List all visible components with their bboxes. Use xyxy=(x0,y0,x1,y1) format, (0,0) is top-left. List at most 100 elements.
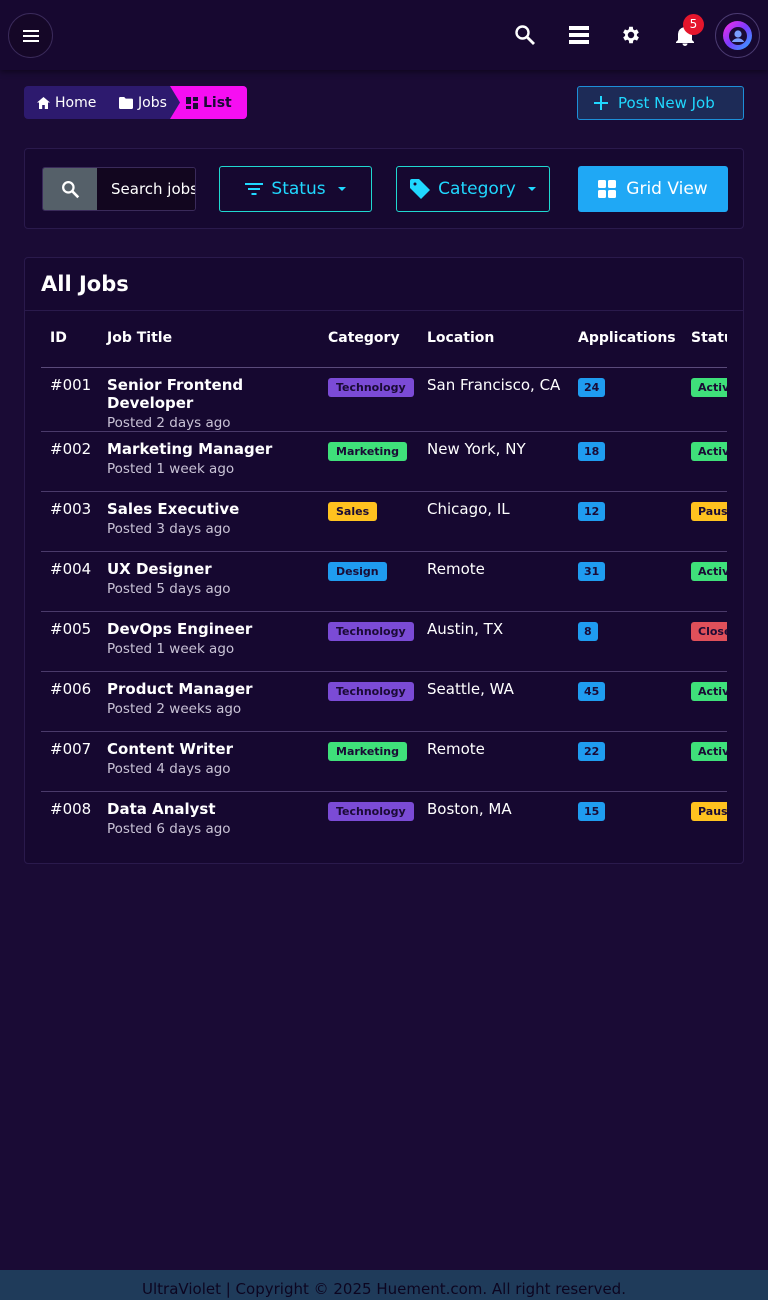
category-badge: Technology xyxy=(328,621,414,641)
table-row[interactable]: #004 UX Designer Posted 5 days ago Design Re… xyxy=(41,551,727,612)
job-title[interactable]: Sales Executive xyxy=(107,500,319,518)
job-title[interactable]: DevOps Engineer xyxy=(107,620,319,638)
job-applications-cell: 45 xyxy=(569,671,682,732)
job-title[interactable]: Senior Frontend Developer xyxy=(107,376,319,412)
job-category-cell: Technology xyxy=(319,791,418,851)
breadcrumb-jobs[interactable]: Jobs xyxy=(106,86,180,119)
job-posted-date: Posted 5 days ago xyxy=(107,580,231,597)
category-badge: Marketing xyxy=(328,441,408,461)
column-header-location[interactable]: Location xyxy=(418,330,569,368)
jobs-table: ID Job Title Category Location Applicati… xyxy=(41,330,727,851)
applications-count-badge: 31 xyxy=(578,561,606,581)
job-id: #004 xyxy=(41,551,98,612)
gear-icon xyxy=(623,26,639,44)
job-applications-cell: 31 xyxy=(569,551,682,612)
table-row[interactable]: #005 DevOps Engineer Posted 1 week ago Tech… xyxy=(41,611,727,672)
job-status-cell: Paused xyxy=(682,791,727,851)
job-title-cell: UX Designer Posted 5 days ago xyxy=(98,551,319,612)
search-button[interactable] xyxy=(513,23,537,47)
job-category-cell: Technology xyxy=(319,611,418,672)
job-applications-cell: 15 xyxy=(569,791,682,851)
job-title[interactable]: Content Writer xyxy=(107,740,319,758)
table-row[interactable]: #007 Content Writer Posted 4 days ago Marke… xyxy=(41,731,727,792)
job-location: Austin, TX xyxy=(418,611,569,672)
job-category-cell: Sales xyxy=(319,491,418,552)
menu-toggle-button[interactable] xyxy=(8,13,53,58)
job-location: Seattle, WA xyxy=(418,671,569,732)
status-badge: Paused xyxy=(691,501,727,521)
column-header-category[interactable]: Category xyxy=(319,330,418,368)
dashboard-icon xyxy=(186,96,198,109)
job-category-cell: Technology xyxy=(319,367,418,432)
job-title-cell: Data Analyst Posted 6 days ago xyxy=(98,791,319,851)
user-menu-button[interactable] xyxy=(715,13,760,58)
applications-count-badge: 24 xyxy=(578,377,606,397)
avatar xyxy=(723,21,752,50)
job-location: Remote xyxy=(418,731,569,792)
job-title[interactable]: Marketing Manager xyxy=(107,440,319,458)
plus-icon xyxy=(594,96,608,110)
grid-view-label: Grid View xyxy=(626,179,708,199)
job-title[interactable]: UX Designer xyxy=(107,560,319,578)
job-posted-date: Posted 4 days ago xyxy=(107,760,231,777)
status-badge: Active xyxy=(691,377,727,397)
job-status-cell: Active xyxy=(682,731,727,792)
job-id: #008 xyxy=(50,799,92,818)
job-applications-cell: 22 xyxy=(569,731,682,792)
job-location: Remote xyxy=(418,551,569,612)
job-category-cell: Technology xyxy=(319,671,418,732)
layers-button[interactable] xyxy=(567,23,591,47)
category-badge: Sales xyxy=(328,501,378,521)
user-icon xyxy=(728,26,747,45)
status-badge: Active xyxy=(691,741,727,761)
applications-count-badge: 45 xyxy=(578,681,606,701)
table-row[interactable]: #001 Senior Frontend Developer Posted 2 da… xyxy=(41,367,727,432)
job-status-cell: Closed xyxy=(682,611,727,672)
job-title-cell: Marketing Manager Posted 1 week ago xyxy=(98,431,319,492)
applications-count-badge: 18 xyxy=(578,441,606,461)
job-status-cell: Active xyxy=(682,671,727,732)
footer: UltraViolet | Copyright © 2025 Huement.c… xyxy=(0,1270,768,1300)
table-row[interactable]: #003 Sales Executive Posted 3 days ago Sale… xyxy=(41,491,727,552)
job-category-cell: Design xyxy=(319,551,418,612)
job-id: #002 xyxy=(41,431,98,492)
search-submit-button[interactable] xyxy=(43,168,97,210)
top-navbar: 5 xyxy=(0,0,768,70)
job-title-cell: Content Writer Posted 4 days ago xyxy=(98,731,319,792)
grid-view-button[interactable]: Grid View xyxy=(578,166,728,212)
job-title-cell: Sales Executive Posted 3 days ago xyxy=(98,491,319,552)
category-filter-label: Category xyxy=(438,179,516,199)
job-location: Boston, MA xyxy=(427,799,512,818)
column-header-id[interactable]: ID xyxy=(41,330,98,368)
applications-count-badge: 22 xyxy=(578,741,606,761)
settings-button[interactable] xyxy=(619,23,643,47)
applications-count-badge: 12 xyxy=(578,501,606,521)
status-badge: Closed xyxy=(691,621,727,641)
job-title[interactable]: Data Analyst xyxy=(107,800,319,818)
column-header-status[interactable]: Status xyxy=(682,330,727,368)
category-filter-dropdown[interactable]: Category xyxy=(396,166,550,212)
notification-badge: 5 xyxy=(683,14,704,35)
job-status-cell: Paused xyxy=(682,491,727,552)
post-new-job-button[interactable]: Post New Job xyxy=(577,86,744,120)
job-posted-date: Posted 2 days ago xyxy=(107,414,231,431)
job-status-cell: Active xyxy=(682,431,727,492)
table-row[interactable]: #008 Data Analyst Posted 6 days ago Technol… xyxy=(41,791,727,851)
job-id: #003 xyxy=(41,491,98,552)
status-badge: Active xyxy=(691,561,727,581)
table-row[interactable]: #002 Marketing Manager Posted 1 week ago Ma… xyxy=(41,431,727,492)
breadcrumb: Home Jobs List xyxy=(24,86,247,119)
column-header-applications[interactable]: Applications xyxy=(569,330,682,368)
category-badge: Technology xyxy=(328,801,414,821)
status-badge: Active xyxy=(691,681,727,701)
job-category-cell: Marketing xyxy=(319,731,418,792)
table-row[interactable]: #006 Product Manager Posted 2 weeks ago Tec… xyxy=(41,671,727,732)
job-location: Chicago, IL xyxy=(418,491,569,552)
breadcrumb-home[interactable]: Home xyxy=(24,86,106,119)
search-input[interactable] xyxy=(97,168,195,210)
breadcrumb-list-label: List xyxy=(203,94,232,111)
layers-icon xyxy=(569,26,589,44)
job-title[interactable]: Product Manager xyxy=(107,680,319,698)
column-header-job-title[interactable]: Job Title xyxy=(98,330,319,368)
status-filter-dropdown[interactable]: Status xyxy=(219,166,372,212)
